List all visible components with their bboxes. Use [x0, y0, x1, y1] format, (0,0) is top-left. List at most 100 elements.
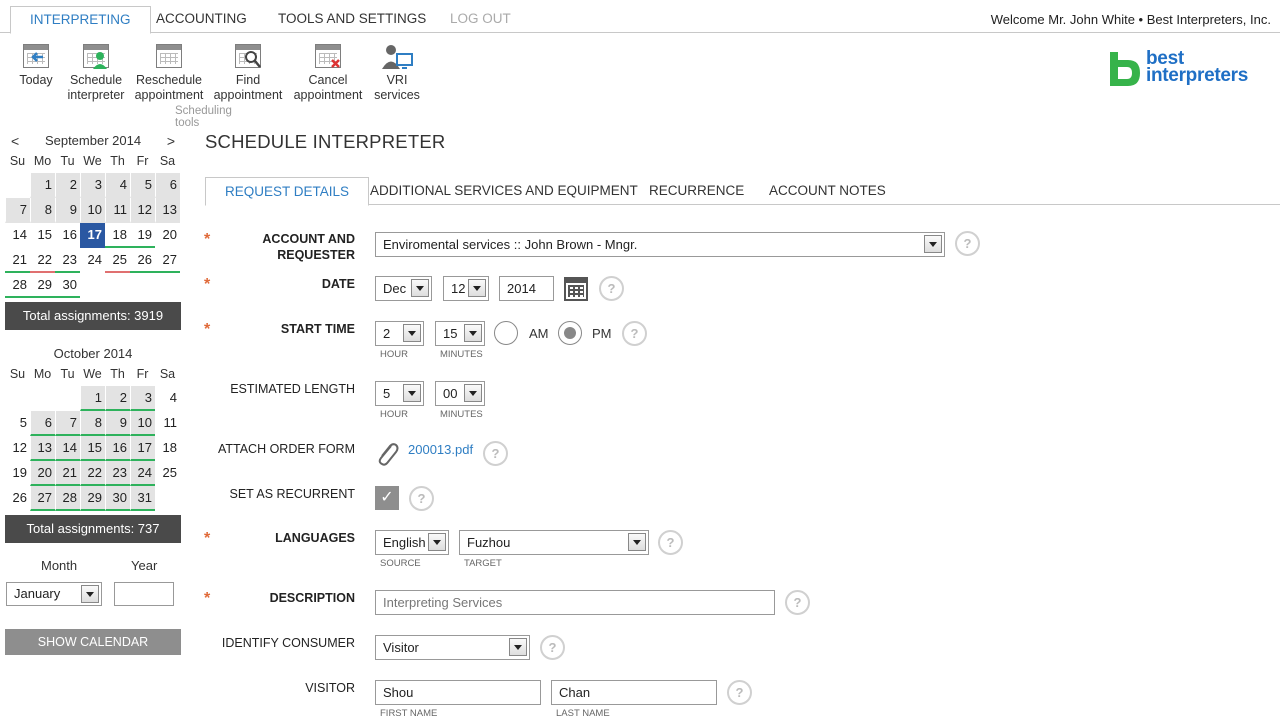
- calendar-day[interactable]: 15: [30, 223, 55, 248]
- account-requester-select[interactable]: Enviromental services :: John Brown - Mn…: [375, 232, 945, 257]
- help-icon[interactable]: ?: [785, 590, 810, 615]
- visitor-last-name-input[interactable]: Chan: [551, 680, 717, 705]
- calendar-day[interactable]: 30: [55, 273, 80, 298]
- visitor-first-name-input[interactable]: Shou: [375, 680, 541, 705]
- recurrent-checkbox[interactable]: ✓: [375, 486, 399, 510]
- calendar-day[interactable]: 7: [55, 411, 80, 436]
- schedule-interpreter-button[interactable]: Schedule interpreter: [66, 40, 126, 103]
- calendar-day[interactable]: 24: [80, 248, 105, 273]
- calendar-day[interactable]: 8: [80, 411, 105, 436]
- consumer-select[interactable]: Visitor: [375, 635, 530, 660]
- calendar-day[interactable]: 3: [80, 173, 105, 198]
- calendar-day[interactable]: 8: [30, 198, 55, 223]
- next-month-button[interactable]: >: [167, 130, 175, 152]
- help-icon[interactable]: ?: [409, 486, 434, 511]
- calendar-day[interactable]: 7: [5, 198, 30, 223]
- calendar-day[interactable]: 27: [155, 248, 180, 273]
- calendar-day[interactable]: 11: [155, 411, 180, 436]
- calendar-day[interactable]: 1: [80, 386, 105, 411]
- help-icon[interactable]: ?: [599, 276, 624, 301]
- month-select[interactable]: January: [6, 582, 102, 606]
- order-form-file-link[interactable]: 200013.pdf: [408, 442, 473, 457]
- tab-accounting[interactable]: ACCOUNTING: [137, 6, 266, 33]
- tab-log-out[interactable]: LOG OUT: [431, 6, 530, 33]
- target-language-select[interactable]: Fuzhou: [459, 530, 649, 555]
- reschedule-appointment-button[interactable]: Reschedule appointment: [133, 40, 205, 103]
- tab-tools-and-settings[interactable]: TOOLS AND SETTINGS: [259, 6, 445, 33]
- year-input[interactable]: [114, 582, 174, 606]
- calendar-day-selected[interactable]: 17: [80, 223, 105, 248]
- calendar-day[interactable]: 2: [55, 173, 80, 198]
- calendar-day[interactable]: 27: [30, 486, 55, 511]
- calendar-day[interactable]: 4: [105, 173, 130, 198]
- length-hour-select[interactable]: 5: [375, 381, 424, 406]
- calendar-day[interactable]: 20: [155, 223, 180, 248]
- calendar-day[interactable]: 2: [105, 386, 130, 411]
- description-input[interactable]: Interpreting Services: [375, 590, 775, 615]
- calendar-picker-icon[interactable]: [564, 277, 588, 301]
- help-icon[interactable]: ?: [483, 441, 508, 466]
- calendar-day[interactable]: 6: [30, 411, 55, 436]
- calendar-day[interactable]: 23: [105, 461, 130, 486]
- help-icon[interactable]: ?: [955, 231, 980, 256]
- calendar-day[interactable]: 5: [130, 173, 155, 198]
- calendar-day[interactable]: 6: [155, 173, 180, 198]
- am-radio[interactable]: [494, 321, 518, 345]
- start-hour-select[interactable]: 2: [375, 321, 424, 346]
- calendar-day[interactable]: 24: [130, 461, 155, 486]
- calendar-day[interactable]: 25: [155, 461, 180, 486]
- calendar-day[interactable]: 21: [5, 248, 30, 273]
- tab-recurrence[interactable]: RECURRENCE: [630, 177, 763, 205]
- today-button[interactable]: Today: [14, 40, 58, 88]
- show-calendar-button[interactable]: SHOW CALENDAR: [5, 629, 181, 655]
- calendar-day[interactable]: 19: [5, 461, 30, 486]
- calendar-day[interactable]: 14: [55, 436, 80, 461]
- calendar-day[interactable]: 10: [80, 198, 105, 223]
- calendar-day[interactable]: 13: [30, 436, 55, 461]
- calendar-day[interactable]: 31: [130, 486, 155, 511]
- calendar-day[interactable]: 18: [155, 436, 180, 461]
- calendar-day[interactable]: 16: [55, 223, 80, 248]
- calendar-day[interactable]: 12: [130, 198, 155, 223]
- cancel-appointment-button[interactable]: Cancel appointment: [292, 40, 364, 103]
- calendar-day[interactable]: 12: [5, 436, 30, 461]
- tab-account-notes[interactable]: ACCOUNT NOTES: [750, 177, 905, 205]
- calendar-day[interactable]: 26: [5, 486, 30, 511]
- calendar-day[interactable]: 18: [105, 223, 130, 248]
- calendar-day[interactable]: 29: [30, 273, 55, 298]
- pm-radio[interactable]: [558, 321, 582, 345]
- date-year-input[interactable]: 2014: [499, 276, 554, 301]
- tab-request-details[interactable]: REQUEST DETAILS: [205, 177, 370, 206]
- calendar-day[interactable]: 9: [55, 198, 80, 223]
- tab-additional-services[interactable]: ADDITIONAL SERVICES AND EQUIPMENT: [351, 177, 657, 205]
- calendar-day[interactable]: 29: [80, 486, 105, 511]
- calendar-day[interactable]: 5: [5, 411, 30, 436]
- calendar-day[interactable]: 26: [130, 248, 155, 273]
- calendar-day[interactable]: 1: [30, 173, 55, 198]
- tab-interpreting[interactable]: INTERPRETING: [10, 6, 151, 34]
- calendar-day[interactable]: 13: [155, 198, 180, 223]
- calendar-day[interactable]: 22: [30, 248, 55, 273]
- help-icon[interactable]: ?: [727, 680, 752, 705]
- calendar-day[interactable]: 22: [80, 461, 105, 486]
- vri-services-button[interactable]: VRI services: [372, 40, 422, 103]
- help-icon[interactable]: ?: [540, 635, 565, 660]
- calendar-day[interactable]: 16: [105, 436, 130, 461]
- calendar-day[interactable]: 20: [30, 461, 55, 486]
- calendar-day[interactable]: 28: [5, 273, 30, 298]
- calendar-day[interactable]: 11: [105, 198, 130, 223]
- calendar-day[interactable]: 19: [130, 223, 155, 248]
- calendar-day[interactable]: 3: [130, 386, 155, 411]
- calendar-day[interactable]: 30: [105, 486, 130, 511]
- paperclip-icon[interactable]: [374, 440, 400, 468]
- help-icon[interactable]: ?: [658, 530, 683, 555]
- calendar-day[interactable]: 14: [5, 223, 30, 248]
- calendar-day[interactable]: 15: [80, 436, 105, 461]
- find-appointment-button[interactable]: Find appointment: [212, 40, 284, 103]
- source-language-select[interactable]: English: [375, 530, 449, 555]
- calendar-day[interactable]: 28: [55, 486, 80, 511]
- start-minutes-select[interactable]: 15: [435, 321, 485, 346]
- prev-month-button[interactable]: <: [11, 130, 19, 152]
- calendar-day[interactable]: 25: [105, 248, 130, 273]
- calendar-day[interactable]: 21: [55, 461, 80, 486]
